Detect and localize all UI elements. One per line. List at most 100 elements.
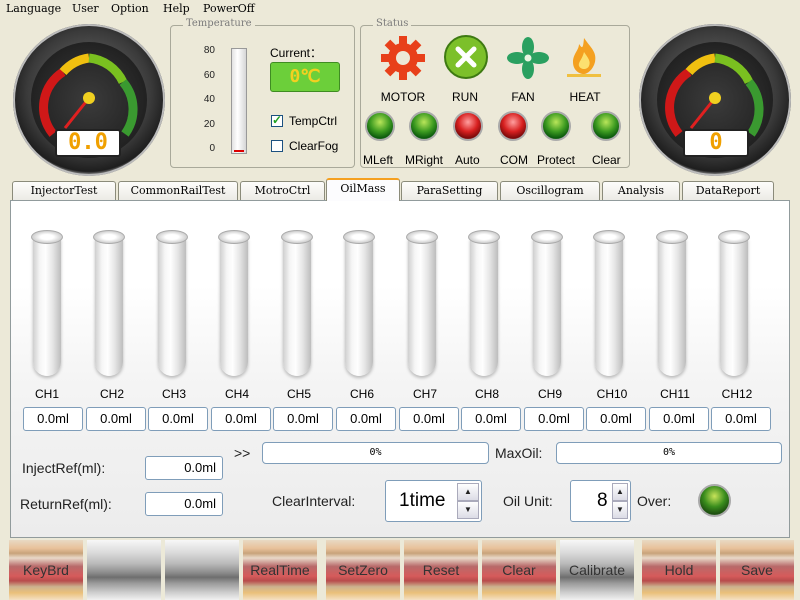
thermometer-bar (231, 48, 247, 154)
therm-tick: 60 (203, 70, 215, 81)
tube-ch10 (593, 230, 625, 378)
menu-help[interactable]: Help (163, 2, 190, 15)
ch2-value: 0.0ml (86, 407, 146, 431)
fan-icon (507, 37, 549, 79)
tube-ch5 (281, 230, 313, 378)
clear-button[interactable]: Clear (482, 540, 556, 600)
protect-label: Protect (537, 153, 576, 167)
gear-icon (381, 36, 425, 80)
ch10-label: CH10 (596, 387, 628, 401)
calibrate-button[interactable]: Calibrate (560, 540, 634, 600)
setzero-button[interactable]: SetZero (326, 540, 400, 600)
therm-tick: 40 (203, 94, 215, 105)
tab-injectortest[interactable]: InjectorTest (12, 181, 116, 200)
ch5-label: CH5 (286, 387, 311, 401)
clear-interval-down-button[interactable]: ▼ (457, 501, 479, 519)
ch2-label: CH2 (99, 387, 124, 401)
over-label: Over: (637, 493, 672, 509)
ch11-value: 0.0ml (649, 407, 709, 431)
ch12-label: CH12 (721, 387, 753, 401)
clearfog-label: ClearFog (289, 139, 339, 153)
tube-ch4 (218, 230, 250, 378)
led-com (498, 111, 528, 141)
led-clear (591, 111, 621, 141)
menu-language[interactable]: Language (6, 2, 61, 15)
tube-ch2 (93, 230, 125, 378)
ch9-value: 0.0ml (524, 407, 584, 431)
blank-button-2[interactable] (165, 540, 239, 600)
keybrd-button[interactable]: KeyBrd (9, 540, 83, 600)
clear-interval-stepper[interactable]: 1time ▲ ▼ (385, 480, 482, 522)
clear-interval-up-button[interactable]: ▲ (457, 483, 479, 501)
oil-progress-bar: 0% (262, 442, 489, 464)
oil-unit-stepper[interactable]: 8 ▲ ▼ (570, 480, 631, 522)
tube-ch9 (531, 230, 563, 378)
ch3-value: 0.0ml (148, 407, 208, 431)
ch10-value: 0.0ml (586, 407, 646, 431)
tab-motroctrl[interactable]: MotroCtrl (240, 181, 325, 200)
tempctrl-label: TempCtrl (289, 114, 338, 128)
tube-ch6 (343, 230, 375, 378)
tube-ch3 (156, 230, 188, 378)
com-label: COM (500, 153, 528, 167)
flame-icon (567, 38, 601, 77)
reset-button[interactable]: Reset (404, 540, 478, 600)
ch6-value: 0.0ml (336, 407, 396, 431)
ch9-label: CH9 (537, 387, 562, 401)
oil-unit-label: Oil Unit: (503, 493, 553, 509)
current-temp-label: Current： (270, 46, 323, 60)
save-button[interactable]: Save (720, 540, 794, 600)
tab-analysis[interactable]: Analysis (602, 181, 680, 200)
ch4-label: CH4 (224, 387, 249, 401)
close-icon (444, 35, 488, 79)
ch7-label: CH7 (412, 387, 437, 401)
blank-button-1[interactable] (87, 540, 161, 600)
therm-tick: 80 (203, 45, 215, 56)
max-oil-progress-bar: 0% (556, 442, 782, 464)
run-label: RUN (452, 90, 478, 104)
pressure-display: 0.0 (55, 129, 121, 157)
menu-poweroff[interactable]: PowerOff (203, 2, 255, 15)
ch11-label: CH11 (660, 387, 690, 401)
menu-bar: Language User Option Help PowerOff (0, 0, 800, 18)
menu-user[interactable]: User (72, 2, 99, 15)
return-ref-input[interactable]: 0.0ml (145, 492, 223, 516)
status-group: Status MOTOR RUN FAN HEAT MLeft MRight A… (360, 18, 630, 168)
inject-ref-input[interactable]: 0.0ml (145, 456, 223, 480)
oil-unit-up-button[interactable]: ▲ (612, 483, 628, 501)
ch8-label: CH8 (474, 387, 499, 401)
led-mright (409, 111, 439, 141)
ch4-value: 0.0ml (211, 407, 271, 431)
oil-unit-down-button[interactable]: ▼ (612, 501, 628, 519)
rpm-display: 0 (683, 129, 749, 157)
clear-interval-spin: ▲ ▼ (457, 483, 479, 519)
mleft-label: MLeft (363, 153, 394, 167)
arrow-label: >> (234, 445, 251, 461)
ch6-label: CH6 (349, 387, 374, 401)
therm-tick: 0 (209, 143, 215, 154)
clearfog-checkbox[interactable] (271, 140, 283, 152)
clear-label: Clear (592, 153, 621, 167)
tab-datareport[interactable]: DataReport (682, 181, 774, 200)
tube-ch11 (656, 230, 688, 378)
led-over (698, 484, 731, 517)
menu-option[interactable]: Option (111, 2, 149, 15)
tab-parasetting[interactable]: ParaSetting (401, 181, 498, 200)
max-oil-label: MaxOil: (495, 445, 543, 461)
motor-label: MOTOR (380, 90, 426, 104)
inject-ref-label: InjectRef(ml): (22, 460, 106, 476)
tube-ch1 (31, 230, 63, 378)
tab-oilmass[interactable]: OilMass (326, 178, 400, 201)
temperature-group: Temperature 80 60 40 20 0 Current： 0℃ Te… (170, 18, 355, 168)
temperature-group-title: Temperature (183, 18, 255, 29)
tempctrl-checkbox[interactable] (271, 113, 283, 127)
tab-commonrailtest[interactable]: CommonRailTest (118, 181, 238, 200)
tube-ch7 (406, 230, 438, 378)
status-group-title: Status (373, 18, 412, 29)
tube-ch12 (718, 230, 750, 378)
hold-button[interactable]: Hold (642, 540, 716, 600)
fan-label: FAN (511, 90, 535, 104)
realtime-button[interactable]: RealTime (243, 540, 317, 600)
tab-oscillogram[interactable]: Oscillogram (500, 181, 600, 200)
therm-tick: 20 (203, 119, 215, 130)
